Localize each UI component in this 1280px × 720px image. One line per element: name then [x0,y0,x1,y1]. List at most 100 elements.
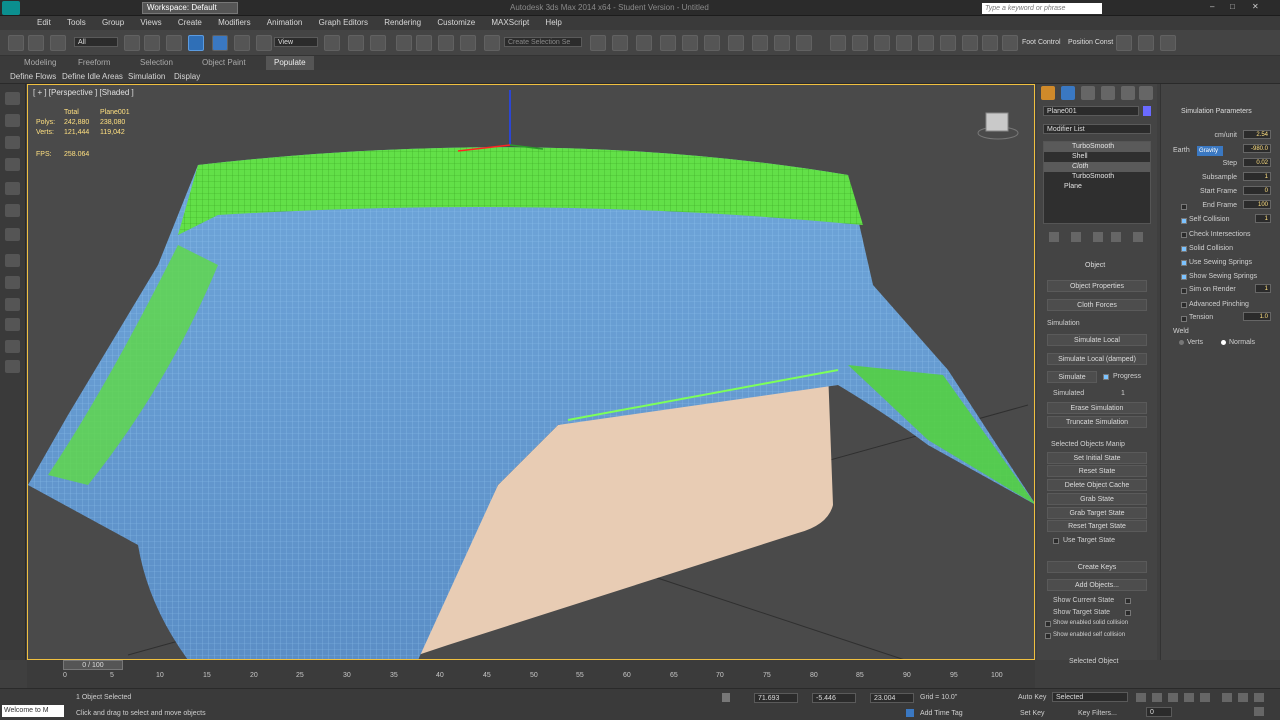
grab-target-state-button[interactable]: Grab Target State [1047,507,1147,519]
menu-customize[interactable]: Customize [430,16,482,30]
sim-params-title[interactable]: Simulation Parameters [1181,108,1252,115]
edit-named-sel-icon[interactable] [484,35,500,51]
normals-radio[interactable] [1221,340,1226,345]
cloth-forces-button[interactable]: Cloth Forces [1047,299,1147,311]
tab-populate[interactable]: Populate [266,56,314,70]
utilities-tab-icon[interactable] [1139,86,1153,100]
tab-freeform[interactable]: Freeform [78,56,110,70]
tool-4-icon[interactable] [5,158,20,171]
orbit-icon[interactable] [1254,693,1264,702]
check-intersections-checkbox[interactable] [1181,232,1187,238]
selection-filter-dropdown[interactable]: All [74,37,118,47]
time-ruler[interactable]: 0 5 10 15 20 25 30 35 40 45 50 55 60 65 … [63,672,1013,686]
rendered-frame-icon[interactable] [774,35,790,51]
set-key-button[interactable]: Set Key [1020,710,1045,717]
keyboard-shortcut-icon[interactable] [370,35,386,51]
add-objects-button[interactable]: Add Objects... [1047,579,1147,591]
app-logo-icon[interactable] [2,1,20,15]
close-button[interactable]: ✕ [1252,2,1272,14]
cat-tool8-icon[interactable] [982,35,998,51]
align-icon[interactable] [612,35,628,51]
current-frame-field[interactable]: 0 [1146,707,1172,717]
menu-views[interactable]: Views [133,16,168,30]
tool-11-icon[interactable] [5,318,20,331]
pivot-center-icon[interactable] [324,35,340,51]
object-color-swatch[interactable] [1143,106,1151,116]
cat-tool-icon[interactable] [830,35,846,51]
use-target-state-checkbox[interactable] [1053,538,1059,544]
select-and-scale-icon[interactable] [256,35,272,51]
window-crossing-icon[interactable] [188,35,204,51]
cat-tool11-icon[interactable] [1138,35,1154,51]
menu-graph-editors[interactable]: Graph Editors [312,16,375,30]
render-setup-icon[interactable] [752,35,768,51]
simulation-button[interactable]: Simulation [128,70,165,84]
workspace-dropdown[interactable]: Workspace: Default [142,2,238,14]
render-production-icon[interactable] [796,35,812,51]
simulate-button[interactable]: Simulate [1047,371,1097,383]
sim-on-render-input[interactable]: 1 [1255,284,1271,293]
previous-frame-icon[interactable] [1152,693,1162,702]
tab-object-paint[interactable]: Object Paint [202,56,246,70]
material-editor-icon[interactable] [728,35,744,51]
end-frame-input[interactable]: 100 [1243,200,1271,209]
object-name-field[interactable]: Plane001 [1043,106,1139,116]
advanced-pinching-checkbox[interactable] [1181,302,1187,308]
position-const-label[interactable]: Position Const [1068,39,1113,46]
search-input[interactable]: Type a keyword or phrase [982,3,1102,14]
select-manipulate-icon[interactable] [348,35,364,51]
cat-tool12-icon[interactable] [1160,35,1176,51]
modify-tab-icon[interactable] [1061,86,1075,100]
simulate-local-damped-button[interactable]: Simulate Local (damped) [1047,353,1147,365]
tool-7-icon[interactable] [5,228,20,241]
stack-item-shell[interactable]: Shell [1044,152,1150,162]
show-end-result-icon[interactable] [1071,232,1081,242]
set-initial-state-button[interactable]: Set Initial State [1047,452,1147,464]
progress-checkbox[interactable] [1103,374,1109,380]
show-sewing-springs-checkbox[interactable] [1181,274,1187,280]
maximize-button[interactable]: □ [1230,2,1244,14]
remove-modifier-icon[interactable] [1111,232,1121,242]
cat-tool7-icon[interactable] [962,35,978,51]
define-idle-areas-button[interactable]: Define Idle Areas [62,70,123,84]
menu-group[interactable]: Group [95,16,131,30]
tool-1-icon[interactable] [5,92,20,105]
curve-editor-icon[interactable] [682,35,698,51]
maxscript-listener[interactable]: Welcome to M [2,705,64,717]
go-to-end-icon[interactable] [1200,693,1210,702]
show-current-state-checkbox[interactable] [1125,598,1131,604]
object-section-title[interactable]: Object [1085,262,1105,269]
display-tab-icon[interactable] [1121,86,1135,100]
tool-10-icon[interactable] [5,298,20,311]
tool-5-icon[interactable] [5,182,20,195]
spinner-snap-icon[interactable] [460,35,476,51]
verts-radio[interactable] [1179,340,1184,345]
minimize-button[interactable]: – [1210,2,1224,14]
perspective-viewport[interactable]: [ + ] [Perspective ] [Shaded ] Total Pla… [27,84,1035,660]
mirror-icon[interactable] [590,35,606,51]
cat-tool6-icon[interactable] [940,35,956,51]
cat-tool3-icon[interactable] [874,35,890,51]
tool-3-icon[interactable] [5,136,20,149]
modifier-list-dropdown[interactable]: Modifier List [1043,124,1151,134]
zoom-icon[interactable] [1222,693,1232,702]
tension-input[interactable]: 1.0 [1243,312,1271,321]
select-and-rotate-icon[interactable] [234,35,250,51]
stack-item-cloth[interactable]: Cloth [1044,162,1150,172]
menu-create[interactable]: Create [171,16,209,30]
object-properties-button[interactable]: Object Properties [1047,280,1147,292]
create-tab-icon[interactable] [1041,86,1055,100]
stack-item-turbosmooth-2[interactable]: TurboSmooth [1044,172,1150,182]
show-enabled-solid-checkbox[interactable] [1045,621,1051,627]
tool-8-icon[interactable] [5,254,20,267]
step-input[interactable]: 0.02 [1243,158,1271,167]
use-sewing-springs-checkbox[interactable] [1181,260,1187,266]
select-object-icon[interactable] [124,35,140,51]
time-tag-icon[interactable] [906,709,914,717]
tool-12-icon[interactable] [5,340,20,353]
cat-tool5-icon[interactable] [918,35,934,51]
cat-tool9-icon[interactable] [1002,35,1018,51]
show-enabled-self-checkbox[interactable] [1045,633,1051,639]
play-icon[interactable] [1168,693,1178,702]
menu-help[interactable]: Help [538,16,568,30]
